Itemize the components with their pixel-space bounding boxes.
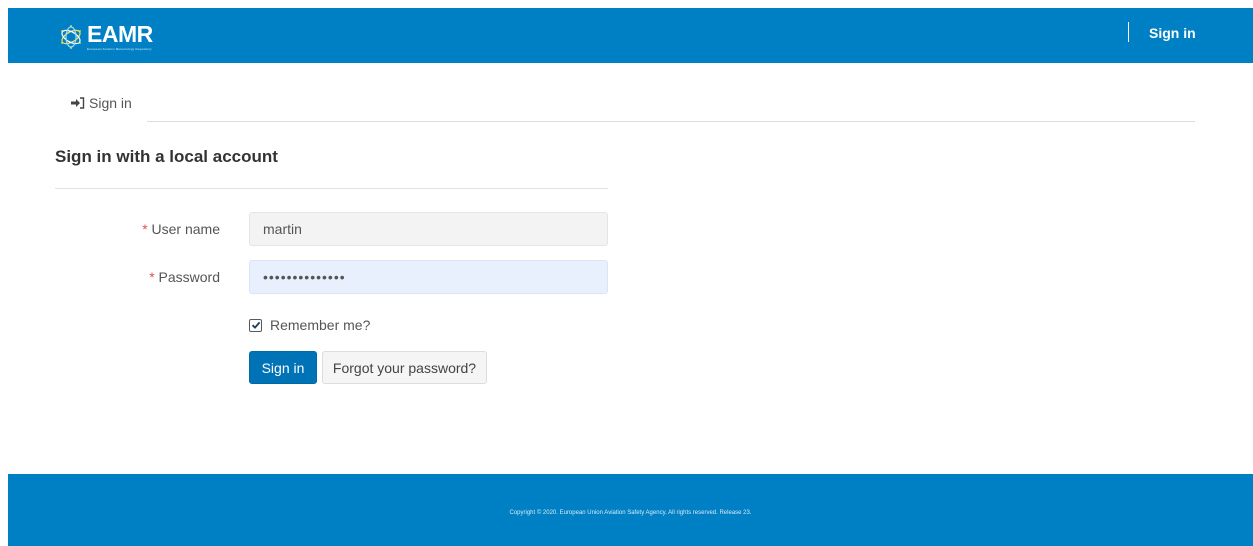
- tab-sign-in[interactable]: Sign in: [55, 84, 147, 122]
- top-strip: [0, 0, 1253, 8]
- footer: Copyright © 2020. European Union Aviatio…: [8, 474, 1253, 546]
- required-marker: *: [149, 269, 155, 285]
- password-input[interactable]: [249, 260, 608, 294]
- logo[interactable]: EAMR European Aviation Meteorology Repos…: [58, 20, 153, 54]
- forgot-password-button[interactable]: Forgot your password?: [322, 351, 487, 384]
- form-heading: Sign in with a local account: [55, 147, 278, 166]
- username-input[interactable]: [249, 212, 608, 246]
- required-marker: *: [142, 221, 148, 237]
- logo-text: EAMR: [87, 21, 153, 47]
- nav-divider: [1128, 22, 1129, 42]
- heading-divider: [55, 188, 608, 189]
- eamr-logo-icon: [61, 25, 81, 49]
- remember-me-row: Remember me?: [249, 317, 370, 333]
- tab-sign-in-label: Sign in: [89, 94, 132, 111]
- check-icon: [251, 321, 260, 329]
- sign-in-icon: [71, 96, 85, 109]
- nav-sign-in-link[interactable]: Sign in: [1149, 25, 1196, 41]
- password-label: * Password: [60, 269, 220, 285]
- username-label-text: User name: [151, 221, 220, 237]
- footer-copyright: Copyright © 2020. European Union Aviatio…: [509, 510, 752, 516]
- username-label: * User name: [60, 221, 220, 237]
- navbar: EAMR European Aviation Meteorology Repos…: [8, 8, 1253, 63]
- remember-me-label: Remember me?: [270, 317, 371, 333]
- tabs-divider: [55, 121, 1195, 122]
- logo-subtext: European Aviation Meteorology Repository: [87, 47, 152, 51]
- sign-in-button[interactable]: Sign in: [249, 351, 317, 384]
- password-label-text: Password: [158, 269, 220, 285]
- remember-me-checkbox[interactable]: [249, 318, 262, 332]
